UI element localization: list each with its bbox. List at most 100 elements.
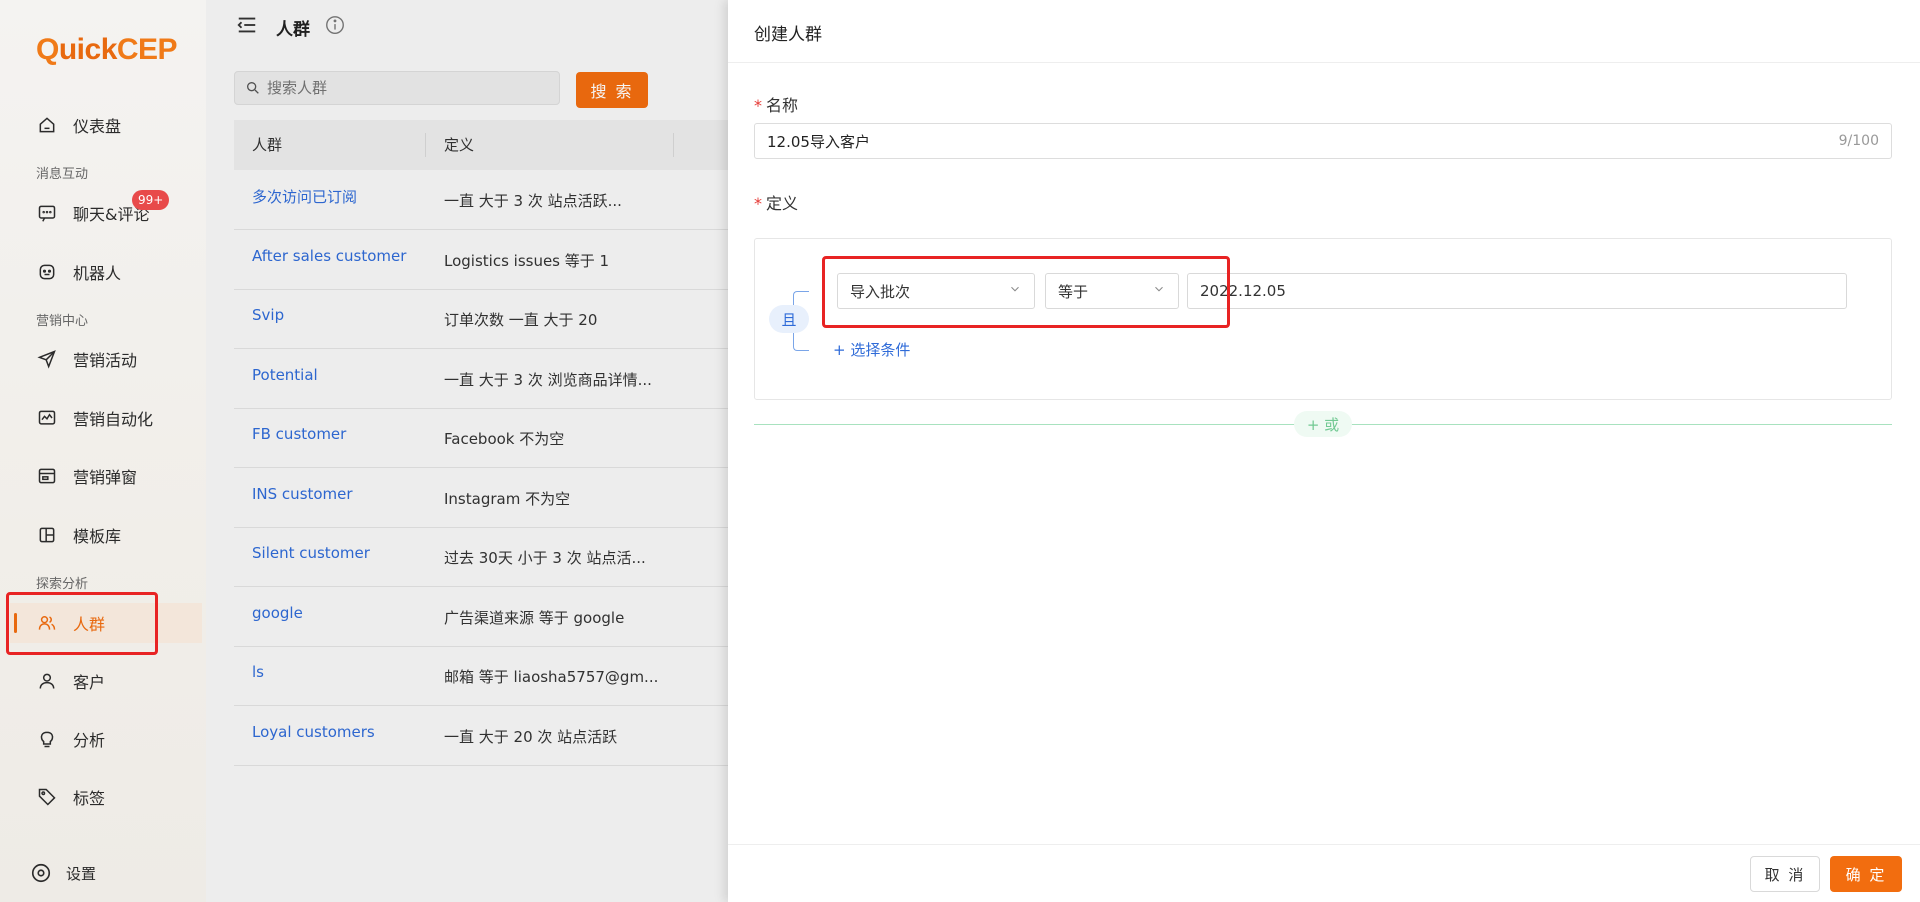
automation-icon xyxy=(36,407,58,429)
audience-name-link[interactable]: Potential xyxy=(234,366,426,384)
tag-icon xyxy=(36,786,58,808)
page-header: 人群 xyxy=(236,14,346,41)
audience-name-link[interactable]: google xyxy=(234,604,426,622)
sidebar-item-dashboard[interactable]: 仪表盘 xyxy=(0,105,206,145)
quickcep-logo[interactable]: QuickCEP xyxy=(36,33,178,67)
audience-name-link[interactable]: INS customer xyxy=(234,485,426,503)
popup-icon xyxy=(36,465,58,487)
table-row[interactable]: ls 邮箱 等于 liaosha5757@gm... xyxy=(234,647,728,706)
cancel-button[interactable]: 取 消 xyxy=(1750,856,1820,892)
audience-definition: 一直 大于 3 次 浏览商品详情... xyxy=(444,370,652,389)
audience-definition: Facebook 不为空 xyxy=(444,429,565,448)
sidebar-item-label: 标签 xyxy=(73,789,106,808)
condition-value-input[interactable] xyxy=(1200,282,1800,300)
sidebar-item-label: 营销弹窗 xyxy=(73,468,138,487)
user-icon xyxy=(36,670,58,692)
info-icon[interactable] xyxy=(310,14,346,41)
add-condition-link[interactable]: + 选择条件 xyxy=(833,339,910,360)
audience-name-link[interactable]: Svip xyxy=(234,306,426,324)
audience-definition: 邮箱 等于 liaosha5757@gm... xyxy=(444,667,659,686)
audience-name-link[interactable]: FB customer xyxy=(234,425,426,443)
nav-group-msg: 消息互动 xyxy=(36,167,89,182)
settings-button[interactable]: 设置 xyxy=(30,862,96,884)
audience-name-link[interactable]: Loyal customers xyxy=(234,723,426,741)
condition-value-wrapper xyxy=(1187,273,1847,309)
table-row[interactable]: Svip 订单次数 一直 大于 20 xyxy=(234,290,728,349)
send-icon xyxy=(36,348,58,370)
sidebar-item-popup[interactable]: 营销弹窗 xyxy=(0,456,206,496)
sidebar-item-chat[interactable]: 聊天&评论 xyxy=(0,193,206,233)
confirm-button[interactable]: 确 定 xyxy=(1830,856,1902,892)
table-row[interactable]: FB customer Facebook 不为空 xyxy=(234,409,728,468)
search-input[interactable] xyxy=(267,79,547,97)
add-or-group-button[interactable]: + 或 xyxy=(1294,411,1352,437)
column-header-definition: 定义 xyxy=(426,133,674,157)
audience-definition: Logistics issues 等于 1 xyxy=(444,251,610,270)
and-toggle[interactable]: 且 xyxy=(769,305,809,333)
search-button[interactable]: 搜 索 xyxy=(576,72,648,108)
sidebar-item-label: 仪表盘 xyxy=(73,117,122,136)
sidebar: QuickCEP 仪表盘 消息互动 聊天&评论 99+ 机器人 营销中心 营销活… xyxy=(0,0,206,902)
audience-name-link[interactable]: After sales customer xyxy=(234,247,426,265)
sidebar-item-campaign[interactable]: 营销活动 xyxy=(0,339,206,379)
required-mark: * xyxy=(754,194,762,213)
sidebar-item-label: 营销活动 xyxy=(73,351,138,370)
audience-definition: 过去 30天 小于 3 次 站点活... xyxy=(444,548,646,567)
chat-icon xyxy=(36,202,58,224)
collapse-menu-icon[interactable] xyxy=(236,14,276,41)
definition-field-label: * 定义 xyxy=(754,194,799,213)
audience-name-link[interactable]: Silent customer xyxy=(234,544,426,562)
page-title: 人群 xyxy=(276,20,310,40)
sidebar-item-label: 模板库 xyxy=(73,527,122,546)
table-row[interactable]: google 广告渠道来源 等于 google xyxy=(234,588,728,647)
audience-list-panel: 人群 搜 索 人群 定义 多次访问已订阅 一直 大于 3 次 站点活跃... A… xyxy=(206,0,728,902)
name-input-wrapper: 9/100 xyxy=(754,123,1892,159)
audience-definition: 订单次数 一直 大于 20 xyxy=(444,310,598,329)
table-row[interactable]: INS customer Instagram 不为空 xyxy=(234,469,728,528)
drawer-title: 创建人群 xyxy=(754,25,822,45)
nav-group-marketing: 营销中心 xyxy=(36,314,89,329)
sidebar-item-robot[interactable]: 机器人 xyxy=(0,252,206,292)
sidebar-item-customers[interactable]: 客户 xyxy=(0,661,206,701)
sidebar-item-templates[interactable]: 模板库 xyxy=(0,515,206,555)
nav-group-explore: 探索分析 xyxy=(36,577,89,592)
audience-definition: 广告渠道来源 等于 google xyxy=(444,608,625,627)
sidebar-item-label: 客户 xyxy=(73,673,106,692)
table-row[interactable]: Silent customer 过去 30天 小于 3 次 站点活... xyxy=(234,528,728,587)
audience-highlight-box xyxy=(6,592,158,655)
robot-icon xyxy=(36,261,58,283)
search-box xyxy=(234,71,560,105)
column-header-audience: 人群 xyxy=(234,133,426,157)
name-field-label: * 名称 xyxy=(754,96,799,115)
sidebar-item-analytics[interactable]: 分析 xyxy=(0,719,206,759)
table-header: 人群 定义 xyxy=(234,120,728,170)
table-row[interactable]: 多次访问已订阅 一直 大于 3 次 站点活跃... xyxy=(234,171,728,230)
gear-icon xyxy=(31,863,51,883)
unread-badge: 99+ xyxy=(132,190,170,210)
table-row[interactable]: Potential 一直 大于 3 次 浏览商品详情... xyxy=(234,350,728,409)
sidebar-item-label: 营销自动化 xyxy=(73,410,154,429)
audience-name-link[interactable]: ls xyxy=(234,663,426,681)
required-mark: * xyxy=(754,96,762,115)
settings-label: 设置 xyxy=(66,864,97,883)
audience-definition: 一直 大于 20 次 站点活跃 xyxy=(444,727,618,746)
home-icon xyxy=(36,114,58,136)
audience-definition: Instagram 不为空 xyxy=(444,489,571,508)
sidebar-item-tags[interactable]: 标签 xyxy=(0,777,206,817)
audience-name-input[interactable] xyxy=(767,132,1839,150)
sidebar-item-label: 机器人 xyxy=(73,264,122,283)
table-row[interactable]: After sales customer Logistics issues 等于… xyxy=(234,231,728,290)
audience-name-link[interactable]: 多次访问已订阅 xyxy=(234,186,426,207)
footer-divider xyxy=(728,844,1920,845)
bulb-icon xyxy=(36,728,58,750)
create-audience-drawer: 创建人群 *名称 9/100 *定义 且 导入批次 等于 + 选择条件 + 或 … xyxy=(728,0,1920,902)
table-row[interactable]: Loyal customers 一直 大于 20 次 站点活跃 xyxy=(234,707,728,766)
sidebar-item-automation[interactable]: 营销自动化 xyxy=(0,398,206,438)
template-icon xyxy=(36,524,58,546)
char-counter: 9/100 xyxy=(1838,133,1879,149)
sidebar-item-label: 分析 xyxy=(73,731,106,750)
drawer-divider xyxy=(728,62,1920,63)
search-icon xyxy=(247,82,259,94)
audience-definition: 一直 大于 3 次 站点活跃... xyxy=(444,191,622,210)
condition-highlight-box xyxy=(822,256,1230,328)
